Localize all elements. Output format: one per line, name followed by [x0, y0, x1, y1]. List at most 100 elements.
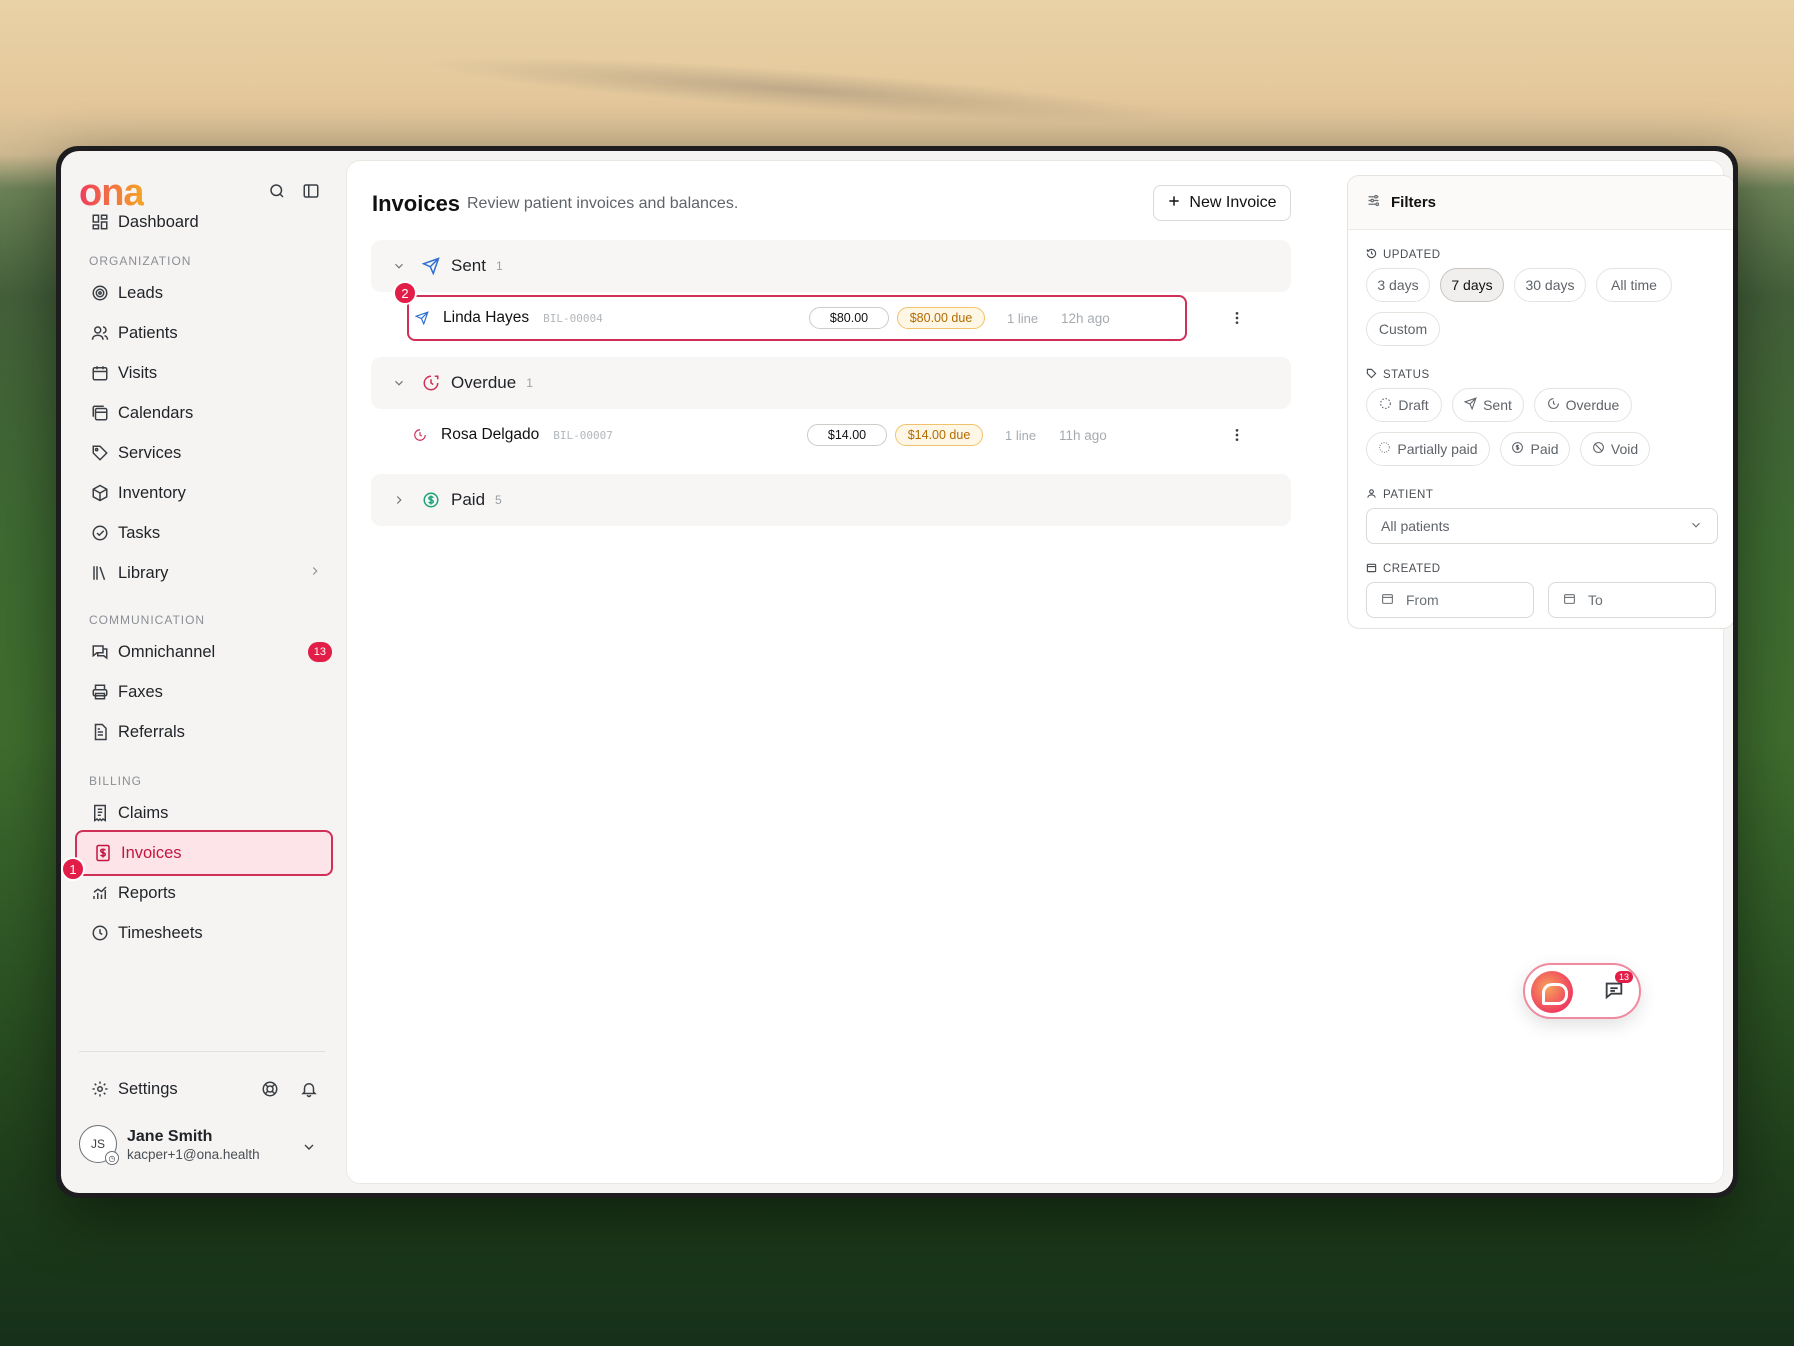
users-icon	[90, 323, 110, 343]
chip-label: Void	[1610, 441, 1639, 457]
overdue-clock-icon	[413, 428, 429, 442]
send-icon	[415, 311, 431, 325]
status-label: STATUS	[1366, 368, 1430, 382]
sidebar-item-label: Visits	[118, 363, 158, 382]
user-email: kacper+1@ona.health	[127, 1146, 260, 1162]
user-profile[interactable]: JS ◷ Jane Smith kacper+1@ona.health	[79, 1125, 260, 1165]
chat-icon	[90, 642, 110, 662]
send-icon	[1463, 397, 1477, 413]
more-vertical-icon[interactable]	[1227, 425, 1247, 445]
group-sent[interactable]: Sent 1	[371, 240, 1291, 292]
table-row[interactable]: Linda Hayes BIL-00004 $80.00 $80.00 due …	[407, 295, 1187, 341]
updated-label: UPDATED	[1366, 248, 1441, 262]
chip-draft[interactable]: Draft	[1366, 388, 1442, 422]
sidebar-item-timesheets[interactable]: Timesheets	[78, 914, 340, 952]
sidebar-item-services[interactable]: Services	[78, 434, 340, 472]
sidebar-item-patients[interactable]: Patients	[78, 314, 340, 352]
help-lifebuoy-icon[interactable]	[258, 1077, 282, 1101]
patient-select[interactable]: All patients	[1366, 508, 1718, 544]
receipt-icon	[90, 803, 110, 823]
patient-label: PATIENT	[1366, 488, 1433, 502]
sidebar-toggle-icon[interactable]	[299, 179, 323, 203]
sidebar-item-label: Leads	[118, 283, 163, 302]
overdue-clock-icon	[421, 373, 441, 393]
sidebar-item-label: Library	[118, 563, 169, 582]
sidebar-item-library[interactable]: Library	[78, 554, 340, 592]
amount-badge: $14.00	[807, 424, 887, 446]
chip-7-days[interactable]: 7 days	[1440, 268, 1504, 302]
sidebar-item-label: Timesheets	[118, 923, 203, 942]
sidebar-item-reports[interactable]: Reports	[78, 874, 340, 912]
sidebar-item-referrals[interactable]: Referrals	[78, 713, 340, 751]
sidebar-item-faxes[interactable]: Faxes	[78, 673, 340, 711]
chip-partially-paid[interactable]: Partially paid	[1366, 432, 1490, 466]
invoice-code: BIL-00004	[543, 311, 603, 325]
status-label-text: STATUS	[1383, 369, 1430, 381]
app-window: ona Dashboard ORGANIZATION Leads Patient…	[61, 151, 1733, 1193]
sidebar-item-dashboard[interactable]: Dashboard	[78, 203, 340, 241]
sidebar-item-tasks[interactable]: Tasks	[78, 514, 340, 552]
updated-ago: 11h ago	[1059, 427, 1107, 443]
chip-void[interactable]: Void	[1580, 432, 1650, 466]
filters-panel: Filters UPDATED 3 days 7 days 30 days Al…	[1347, 175, 1733, 629]
more-vertical-icon[interactable]	[1227, 308, 1247, 328]
document-icon	[90, 722, 110, 742]
chip-overdue[interactable]: Overdue	[1534, 388, 1632, 422]
created-label: CREATED	[1366, 562, 1441, 576]
chip-sent[interactable]: Sent	[1452, 388, 1524, 422]
assistant-widget[interactable]: 13	[1523, 963, 1641, 1019]
search-icon[interactable]	[265, 179, 289, 203]
sliders-icon	[1366, 193, 1381, 212]
chevron-down-icon	[1689, 518, 1703, 535]
sidebar-item-settings[interactable]: Settings	[78, 1070, 218, 1108]
updated-label-text: UPDATED	[1383, 249, 1441, 261]
dashed-circle-icon	[1379, 397, 1392, 413]
library-icon	[90, 563, 110, 583]
sidebar-item-leads[interactable]: Leads	[78, 274, 340, 312]
sidebar-item-label: Reports	[118, 883, 176, 902]
chip-label: Partially paid	[1397, 441, 1478, 457]
sidebar-item-label: Omnichannel	[118, 642, 216, 661]
chip-all-time[interactable]: All time	[1596, 268, 1672, 302]
gear-icon	[90, 1079, 110, 1099]
sidebar-item-calendars[interactable]: Calendars	[78, 394, 340, 432]
assistant-logo-icon[interactable]	[1531, 971, 1573, 1013]
group-overdue[interactable]: Overdue 1	[371, 357, 1291, 409]
sidebar-item-label: Dashboard	[118, 212, 199, 231]
calendar-icon	[90, 363, 110, 383]
sidebar-item-label: Patients	[118, 323, 178, 342]
dashboard-icon	[90, 212, 110, 232]
chip-label: Draft	[1398, 397, 1429, 413]
bar-chart-icon	[90, 883, 110, 903]
chip-3-days[interactable]: 3 days	[1366, 268, 1430, 302]
sidebar: ona Dashboard ORGANIZATION Leads Patient…	[61, 151, 341, 1193]
omnichannel-badge: 13	[307, 642, 332, 662]
sidebar-item-invoices[interactable]: Invoices	[75, 830, 333, 876]
new-invoice-button[interactable]: New Invoice	[1153, 185, 1291, 221]
date-from-input[interactable]: From	[1366, 582, 1534, 618]
filters-header: Filters	[1348, 176, 1733, 230]
filters-title: Filters	[1391, 194, 1437, 211]
chip-custom[interactable]: Custom	[1366, 312, 1440, 346]
chip-paid[interactable]: Paid	[1500, 432, 1570, 466]
sidebar-item-omnichannel[interactable]: Omnichannel 13	[78, 633, 340, 671]
chevron-down-icon[interactable]	[297, 1135, 321, 1159]
sidebar-item-label: Settings	[118, 1079, 178, 1098]
chevron-down-icon	[389, 259, 409, 273]
invoice-icon	[93, 843, 113, 863]
sidebar-item-inventory[interactable]: Inventory	[78, 474, 340, 512]
send-icon	[421, 256, 441, 276]
bell-icon[interactable]	[297, 1077, 321, 1101]
group-paid[interactable]: Paid 5	[371, 474, 1291, 526]
line-count: 1 line	[1007, 310, 1039, 326]
table-row[interactable]: Rosa Delgado BIL-00007 $14.00 $14.00 due…	[407, 412, 1187, 458]
sidebar-item-label: Tasks	[118, 523, 161, 542]
chip-30-days[interactable]: 30 days	[1514, 268, 1586, 302]
sidebar-item-label: Referrals	[118, 722, 185, 741]
section-communication: COMMUNICATION	[89, 613, 206, 627]
sidebar-item-label: Faxes	[118, 682, 163, 701]
sidebar-item-label: Calendars	[118, 403, 194, 422]
sidebar-item-claims[interactable]: Claims	[78, 794, 340, 832]
date-to-input[interactable]: To	[1548, 582, 1716, 618]
sidebar-item-visits[interactable]: Visits	[78, 354, 340, 392]
